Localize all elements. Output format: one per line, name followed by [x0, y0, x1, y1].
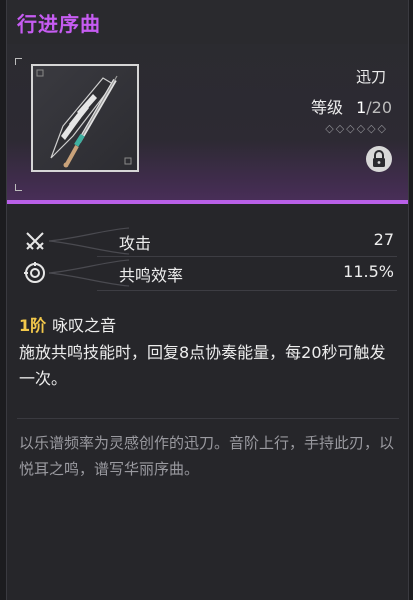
stat-value: 11.5%	[343, 262, 394, 281]
passive-name: 咏叹之音	[52, 316, 117, 335]
title-bar: 行进序曲	[7, 0, 408, 44]
weapon-type: 迅刀	[355, 68, 386, 86]
sword-icon	[36, 69, 132, 168]
level-current: 1	[356, 98, 367, 117]
lock-button[interactable]	[366, 146, 392, 172]
level-value: 1/20	[356, 98, 392, 117]
stat-divider	[97, 256, 397, 257]
flavor-text: 以乐谱频率为灵感创作的迅刀。音阶上行，手持此刃，以悦耳之鸣，谱写华丽序曲。	[19, 434, 395, 478]
level-label: 等级	[310, 98, 343, 117]
section-divider	[17, 418, 399, 419]
lock-icon	[373, 150, 385, 167]
stat-value: 27	[373, 230, 394, 249]
stat-label: 攻击	[119, 234, 152, 253]
level-display: 等级 1/20	[311, 94, 392, 118]
stat-swoosh-decoration	[49, 259, 129, 287]
passive-title: 1阶 咏叹之音	[19, 312, 116, 336]
corner-mark	[15, 184, 22, 191]
stat-row-energy-regen: 共鸣效率 11.5%	[7, 258, 408, 288]
stat-row-attack: 攻击 27	[7, 226, 408, 256]
passive-description: 施放共鸣技能时，回复8点协奏能量，每20秒可触发一次。	[19, 343, 386, 388]
stat-divider	[97, 290, 397, 291]
resonance-target-icon	[24, 262, 45, 283]
weapon-card: 行进序曲 迅刀 等级 1/20 ◇◇◇◇◇◇ 攻击 27 共鸣效率 11.5% …	[6, 0, 409, 600]
stat-swoosh-decoration	[49, 227, 129, 255]
refinement-stars: ◇◇◇◇◇◇	[325, 122, 388, 135]
corner-mark	[15, 58, 22, 65]
passive-rank: 1阶	[19, 316, 47, 335]
rarity-bar	[7, 200, 408, 204]
weapon-image-frame	[31, 64, 139, 172]
crossed-swords-icon	[26, 232, 44, 250]
weapon-title: 行进序曲	[17, 12, 101, 36]
stat-label: 共鸣效率	[119, 266, 184, 285]
level-max: /20	[366, 98, 392, 117]
